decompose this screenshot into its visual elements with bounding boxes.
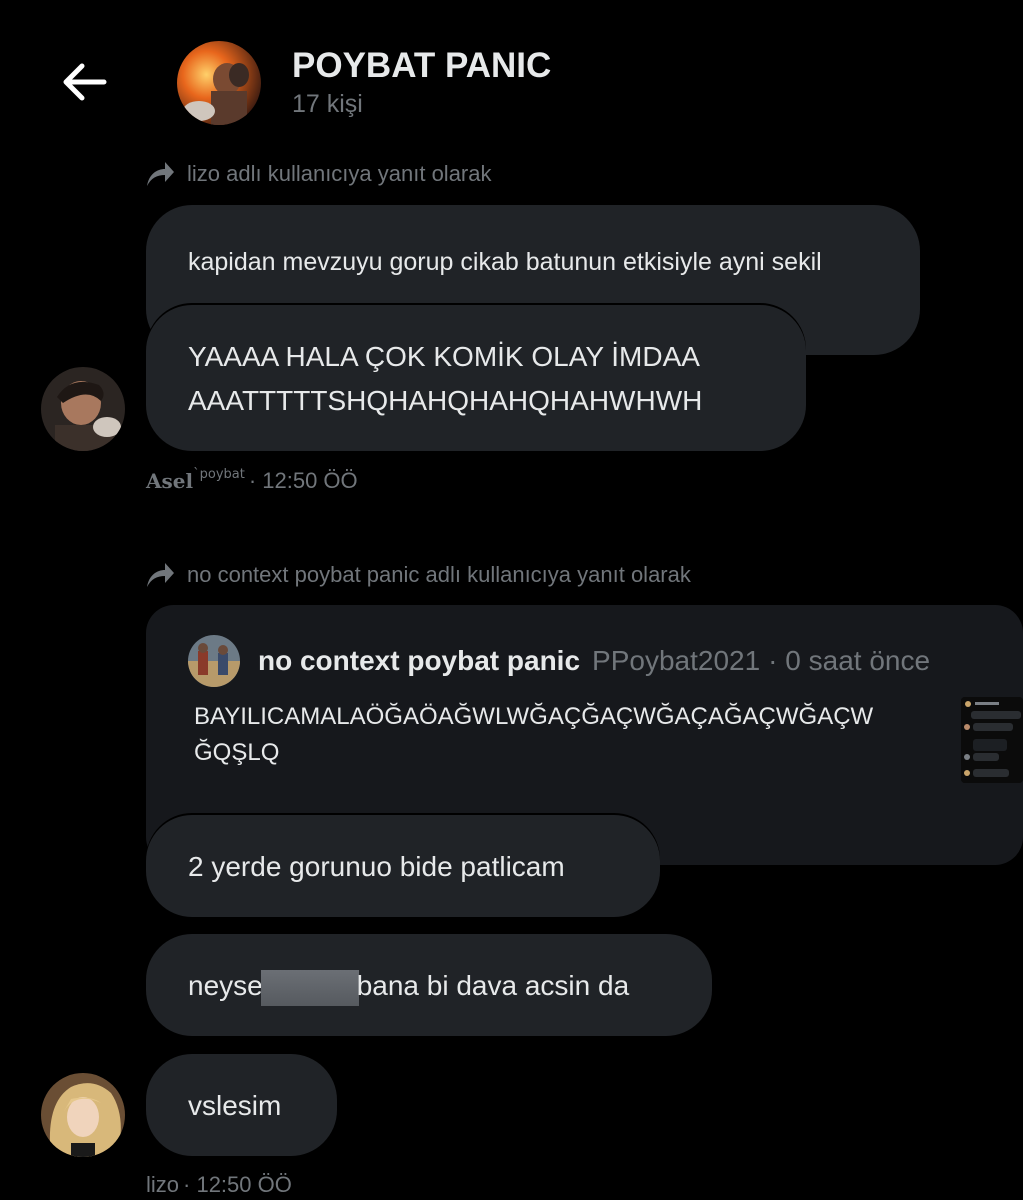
message-meta: lizo · 12:50 ÖÖ xyxy=(146,1172,292,1198)
message-bubble[interactable]: 2 yerde gorunuo bide patlicam xyxy=(146,815,660,917)
message-meta: Asel `poybat · 12:50 ÖÖ xyxy=(146,467,358,494)
sender-name: Asel xyxy=(146,469,194,493)
arrow-left-icon xyxy=(63,63,107,101)
avatar-image xyxy=(41,367,125,451)
message-bubble[interactable]: neyse bana bi dava acsin da xyxy=(146,934,712,1036)
reply-arrow-icon xyxy=(147,563,174,587)
quoted-post-time: · 0 saat önce xyxy=(768,645,931,676)
message-time: · 12:50 ÖÖ xyxy=(183,1172,292,1197)
sender-avatar[interactable] xyxy=(41,367,125,451)
quoted-post-text: BAYILICAMALAÖĞAÖAĞWLWĞAÇĞAÇWĞAÇAĞAÇWĞAÇW… xyxy=(194,703,874,766)
back-button[interactable] xyxy=(52,52,116,112)
reply-indicator-text: no context poybat panic adlı kullanıcıya… xyxy=(187,562,691,587)
quoted-post-author: no context poybat panic xyxy=(258,645,581,676)
group-avatar[interactable] xyxy=(177,41,261,125)
message-time: · 12:50 ÖÖ xyxy=(248,468,358,493)
quoted-post-header: no context poybat panic PPoybat2021 · 0 … xyxy=(188,635,930,687)
reply-indicator[interactable]: no context poybat panic adlı kullanıcıya… xyxy=(145,561,691,589)
redacted-block xyxy=(260,969,359,1006)
message-text-part: bana bi dava acsin da xyxy=(356,970,630,1001)
quoted-post-handle: PPoybat2021 xyxy=(592,645,761,676)
reply-indicator[interactable]: lizo adlı kullanıcıya yanıt olarak xyxy=(145,160,492,188)
message-text: 2 yerde gorunuo bide patlicam xyxy=(188,851,565,882)
message-text-part: neyse xyxy=(188,970,263,1001)
avatar-image xyxy=(41,1073,125,1157)
screenshot-thumbnail xyxy=(961,697,1023,783)
sender-name-super: `poybat xyxy=(193,467,245,482)
sender-name: lizo xyxy=(146,1172,180,1197)
page-title: POYBAT PANIC xyxy=(292,46,552,85)
avatar-image xyxy=(188,635,240,687)
reply-indicator-text: lizo adlı kullanıcıya yanıt olarak xyxy=(187,161,492,186)
member-count: 17 kişi xyxy=(292,90,363,118)
group-avatar-image xyxy=(177,41,261,125)
quoted-post-avatar[interactable] xyxy=(188,635,240,687)
message-bubble[interactable]: vslesim xyxy=(146,1054,337,1156)
reply-arrow-icon xyxy=(147,162,174,186)
quoted-post-image[interactable] xyxy=(961,697,1023,783)
message-text: YAAAA HALA ÇOK KOMİK OLAY İMDAA AAATTTTT… xyxy=(188,341,703,416)
message-text: vslesim xyxy=(188,1090,282,1121)
sender-avatar[interactable] xyxy=(41,1073,125,1157)
message-bubble[interactable]: YAAAA HALA ÇOK KOMİK OLAY İMDAA AAATTTTT… xyxy=(146,305,806,451)
message-text: kapidan mevzuyu gorup cikab batunun etki… xyxy=(188,248,822,276)
